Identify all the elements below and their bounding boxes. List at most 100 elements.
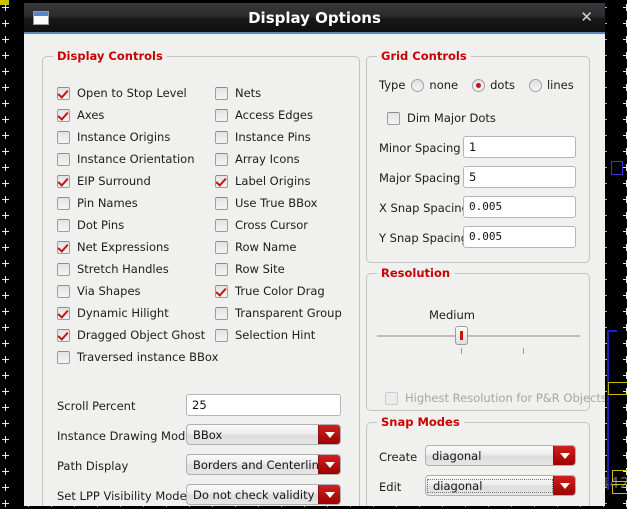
- chevron-down-icon[interactable]: [318, 425, 340, 444]
- checkbox-use-true-bbox[interactable]: Use True BBox: [215, 195, 318, 211]
- checkbox-transparent-group[interactable]: Transparent Group: [215, 305, 342, 321]
- resolution-slider-handle[interactable]: [455, 326, 468, 345]
- display-options-dialog: Display Options ✕ Display Controls Open …: [24, 3, 605, 506]
- checkbox-box: [215, 196, 228, 210]
- canvas-shape-yellow-box-lower: [612, 470, 627, 482]
- checkbox-label: Array Icons: [235, 152, 300, 166]
- checkbox-axes[interactable]: Axes: [57, 107, 104, 123]
- checkbox-box: [57, 130, 70, 144]
- chevron-down-icon[interactable]: [318, 485, 340, 504]
- path-display-dropdown[interactable]: Borders and Centerlines: [186, 454, 341, 475]
- dim-major-dots-checkbox[interactable]: Dim Major Dots: [387, 110, 496, 126]
- checkbox-label: Pin Names: [77, 196, 138, 210]
- chevron-down-icon[interactable]: [553, 476, 575, 495]
- checkbox-stretch-handles[interactable]: Stretch Handles: [57, 261, 169, 277]
- radio-button: [528, 78, 542, 92]
- checkbox-label: Dynamic Hilight: [77, 306, 169, 320]
- chevron-down-icon[interactable]: [318, 455, 340, 474]
- checkbox-box: [57, 174, 70, 188]
- snap-create-value: diagonal: [432, 448, 482, 463]
- checkbox-true-color-drag[interactable]: True Color Drag: [215, 283, 325, 299]
- lpp-visibility-mode-dropdown[interactable]: Do not check validity: [186, 484, 341, 505]
- checkbox-box: [57, 350, 70, 364]
- checkbox-instance-orientation[interactable]: Instance Orientation: [57, 151, 195, 167]
- canvas-shape-blue-wire-vertical: [607, 330, 609, 490]
- checkbox-label-origins[interactable]: Label Origins: [215, 173, 310, 189]
- checkbox-box: [215, 328, 228, 342]
- checkbox-box: [57, 218, 70, 232]
- checkbox-cross-cursor[interactable]: Cross Cursor: [215, 217, 308, 233]
- resolution-slider-track[interactable]: [377, 335, 580, 337]
- grid-type-label: Type: [379, 78, 406, 92]
- checkbox-label: Use True BBox: [235, 196, 318, 210]
- checkbox-label: Label Origins: [235, 174, 311, 188]
- grid-type-dots[interactable]: dots: [472, 78, 515, 92]
- checkbox-dot-pins[interactable]: Dot Pins: [57, 217, 124, 233]
- checkbox-dynamic-hilight[interactable]: Dynamic Hilight: [57, 305, 169, 321]
- grid-type-lines[interactable]: lines: [528, 78, 574, 92]
- grid-type-group: Type none dots lines: [379, 78, 588, 92]
- checkbox-label: Open to Stop Level: [77, 86, 187, 100]
- y-snap-spacing-input[interactable]: 0.005: [463, 226, 576, 248]
- checkbox-box: [387, 111, 400, 125]
- checkbox-selection-hint[interactable]: Selection Hint: [215, 327, 315, 343]
- checkbox-access-edges[interactable]: Access Edges: [215, 107, 313, 123]
- path-display-value: Borders and Centerlines: [193, 457, 318, 472]
- checkbox-box: [57, 262, 70, 276]
- checkbox-traversed-instance-bbox[interactable]: Traversed instance BBox: [57, 349, 218, 365]
- checkbox-label: Via Shapes: [77, 284, 141, 298]
- snap-edit-dropdown[interactable]: diagonal: [425, 475, 576, 496]
- instance-drawing-mode-value: BBox: [193, 427, 223, 442]
- radio-button: [472, 78, 486, 92]
- instance-drawing-mode-label: Instance Drawing Mode: [57, 429, 193, 443]
- checkbox-open-to-stop-level[interactable]: Open to Stop Level: [57, 85, 187, 101]
- chevron-down-icon[interactable]: [553, 446, 575, 465]
- checkbox-label: Traversed instance BBox: [77, 350, 219, 364]
- checkbox-row-name[interactable]: Row Name: [215, 239, 297, 255]
- checkbox-nets[interactable]: Nets: [215, 85, 261, 101]
- snap-create-dropdown[interactable]: diagonal: [425, 445, 576, 466]
- radio-label: none: [429, 78, 459, 92]
- checkbox-eip-surround[interactable]: EIP Surround: [57, 173, 151, 189]
- instance-drawing-mode-dropdown[interactable]: BBox: [186, 424, 341, 445]
- dialog-titlebar[interactable]: Display Options ✕: [24, 3, 605, 34]
- grid-type-none[interactable]: none: [411, 78, 458, 92]
- checkbox-pin-names[interactable]: Pin Names: [57, 195, 138, 211]
- checkbox-label: Net Expressions: [77, 240, 170, 254]
- lpp-visibility-mode-label: Set LPP Visibility Mode: [57, 489, 187, 503]
- checkbox-label: EIP Surround: [77, 174, 151, 188]
- checkbox-label: Instance Orientation: [77, 152, 195, 166]
- checkbox-box: [57, 86, 70, 100]
- snap-create-label: Create: [379, 450, 418, 464]
- checkbox-dragged-object-ghost[interactable]: Dragged Object Ghost: [57, 327, 205, 343]
- checkbox-label: Axes: [77, 108, 105, 122]
- minor-spacing-input[interactable]: 1: [463, 136, 576, 158]
- checkbox-label: Transparent Group: [235, 306, 342, 320]
- canvas-shape-blue-box-top: [611, 161, 623, 175]
- checkbox-box: [215, 218, 228, 232]
- checkbox-instance-origins[interactable]: Instance Origins: [57, 129, 170, 145]
- resolution-legend: Resolution: [377, 266, 455, 280]
- grid-controls-legend: Grid Controls: [377, 49, 471, 63]
- path-display-label: Path Display: [57, 459, 129, 473]
- checkbox-row-site[interactable]: Row Site: [215, 261, 285, 277]
- checkbox-box: [215, 240, 228, 254]
- close-icon[interactable]: ✕: [580, 10, 593, 25]
- checkbox-label: Instance Pins: [235, 130, 311, 144]
- checkbox-via-shapes[interactable]: Via Shapes: [57, 283, 141, 299]
- display-controls-group: Display Controls Open to Stop Level Axes I…: [42, 49, 360, 506]
- resolution-group: Resolution Medium Highest Resolution for…: [366, 266, 605, 411]
- checkbox-box: [57, 152, 70, 166]
- x-snap-spacing-input[interactable]: 0.005: [463, 196, 576, 218]
- checkbox-array-icons[interactable]: Array Icons: [215, 151, 300, 167]
- checkbox-box: [385, 391, 398, 405]
- major-spacing-input[interactable]: 5: [463, 166, 576, 188]
- highest-resolution-checkbox[interactable]: Highest Resolution for P&R Objects: [385, 390, 605, 406]
- checkbox-box: [57, 328, 70, 342]
- snap-edit-value: diagonal: [427, 478, 553, 493]
- checkbox-net-expressions[interactable]: Net Expressions: [57, 239, 169, 255]
- dialog-title: Display Options: [248, 8, 381, 27]
- scroll-percent-input[interactable]: 25: [186, 394, 341, 416]
- checkbox-box: [215, 262, 228, 276]
- checkbox-instance-pins[interactable]: Instance Pins: [215, 129, 311, 145]
